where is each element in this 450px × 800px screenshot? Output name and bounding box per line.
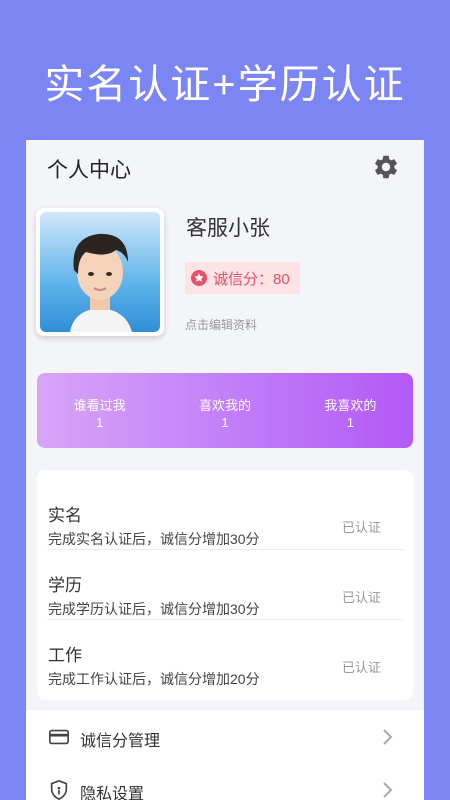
credit-score-badge: 诚信分：80 [185,262,300,294]
stat-label: 我喜欢的 [324,398,377,413]
verification-row-realname[interactable]: 实名 完成实名认证后，诚信分增加30分 已认证 [47,480,403,550]
stat-liked-me[interactable]: 喜欢我的 1 [162,373,287,448]
star-badge-icon [191,270,207,286]
menu-item-label: 隐私设置 [80,786,145,800]
credit-score-label: 诚信分：80 [213,270,290,288]
verification-card: 实名 完成实名认证后，诚信分增加30分 已认证 学历 完成学历认证后，诚信分增加… [37,470,413,700]
stat-count: 1 [96,415,104,430]
phone-screen: 个人中心 客服小张 诚信分：80 点击编辑资料 谁看过我 1 喜欢我的 1 我喜… [26,140,424,800]
verification-status: 已认证 [341,660,381,675]
stat-visitors[interactable]: 谁看过我 1 [37,373,162,448]
profile-section: 客服小张 诚信分：80 点击编辑资料 [26,200,424,350]
menu-item-credit-management[interactable]: 诚信分管理 [26,710,424,763]
chevron-right-icon [383,729,393,745]
chevron-right-icon [383,782,393,798]
menu-item-label: 诚信分管理 [80,733,161,750]
verification-title: 工作 [48,646,82,665]
user-nickname: 客服小张 [186,217,270,240]
credit-card-icon [49,729,69,745]
page-title: 个人中心 [47,159,131,182]
shield-icon [50,779,68,800]
stat-my-likes[interactable]: 我喜欢的 1 [288,373,413,448]
stat-count: 1 [221,415,229,430]
verification-row-education[interactable]: 学历 完成学历认证后，诚信分增加30分 已认证 [47,550,403,620]
edit-profile-link[interactable]: 点击编辑资料 [185,316,257,333]
stat-count: 1 [346,415,354,430]
avatar[interactable] [36,208,164,336]
avatar-image [40,212,160,332]
menu-item-privacy[interactable]: 隐私设置 [26,763,424,800]
verification-status: 已认证 [341,590,381,605]
banner-title: 实名认证+学历认证 [44,63,406,107]
verification-title: 实名 [48,506,82,525]
stat-label: 喜欢我的 [198,398,251,413]
verification-title: 学历 [48,576,82,595]
verification-desc: 完成工作认证后，诚信分增加20分 [48,671,260,687]
stats-panel: 谁看过我 1 喜欢我的 1 我喜欢的 1 [37,373,413,448]
settings-menu: 诚信分管理 隐私设置 [26,710,424,800]
top-bar: 个人中心 [26,140,424,192]
verification-desc: 完成学历认证后，诚信分增加30分 [48,601,260,617]
verification-row-work[interactable]: 工作 完成工作认证后，诚信分增加20分 已认证 [47,620,403,690]
verification-desc: 完成实名认证后，诚信分增加30分 [48,531,260,547]
gear-icon[interactable] [372,153,400,181]
verification-status: 已认证 [341,520,381,535]
stat-label: 谁看过我 [73,398,126,413]
